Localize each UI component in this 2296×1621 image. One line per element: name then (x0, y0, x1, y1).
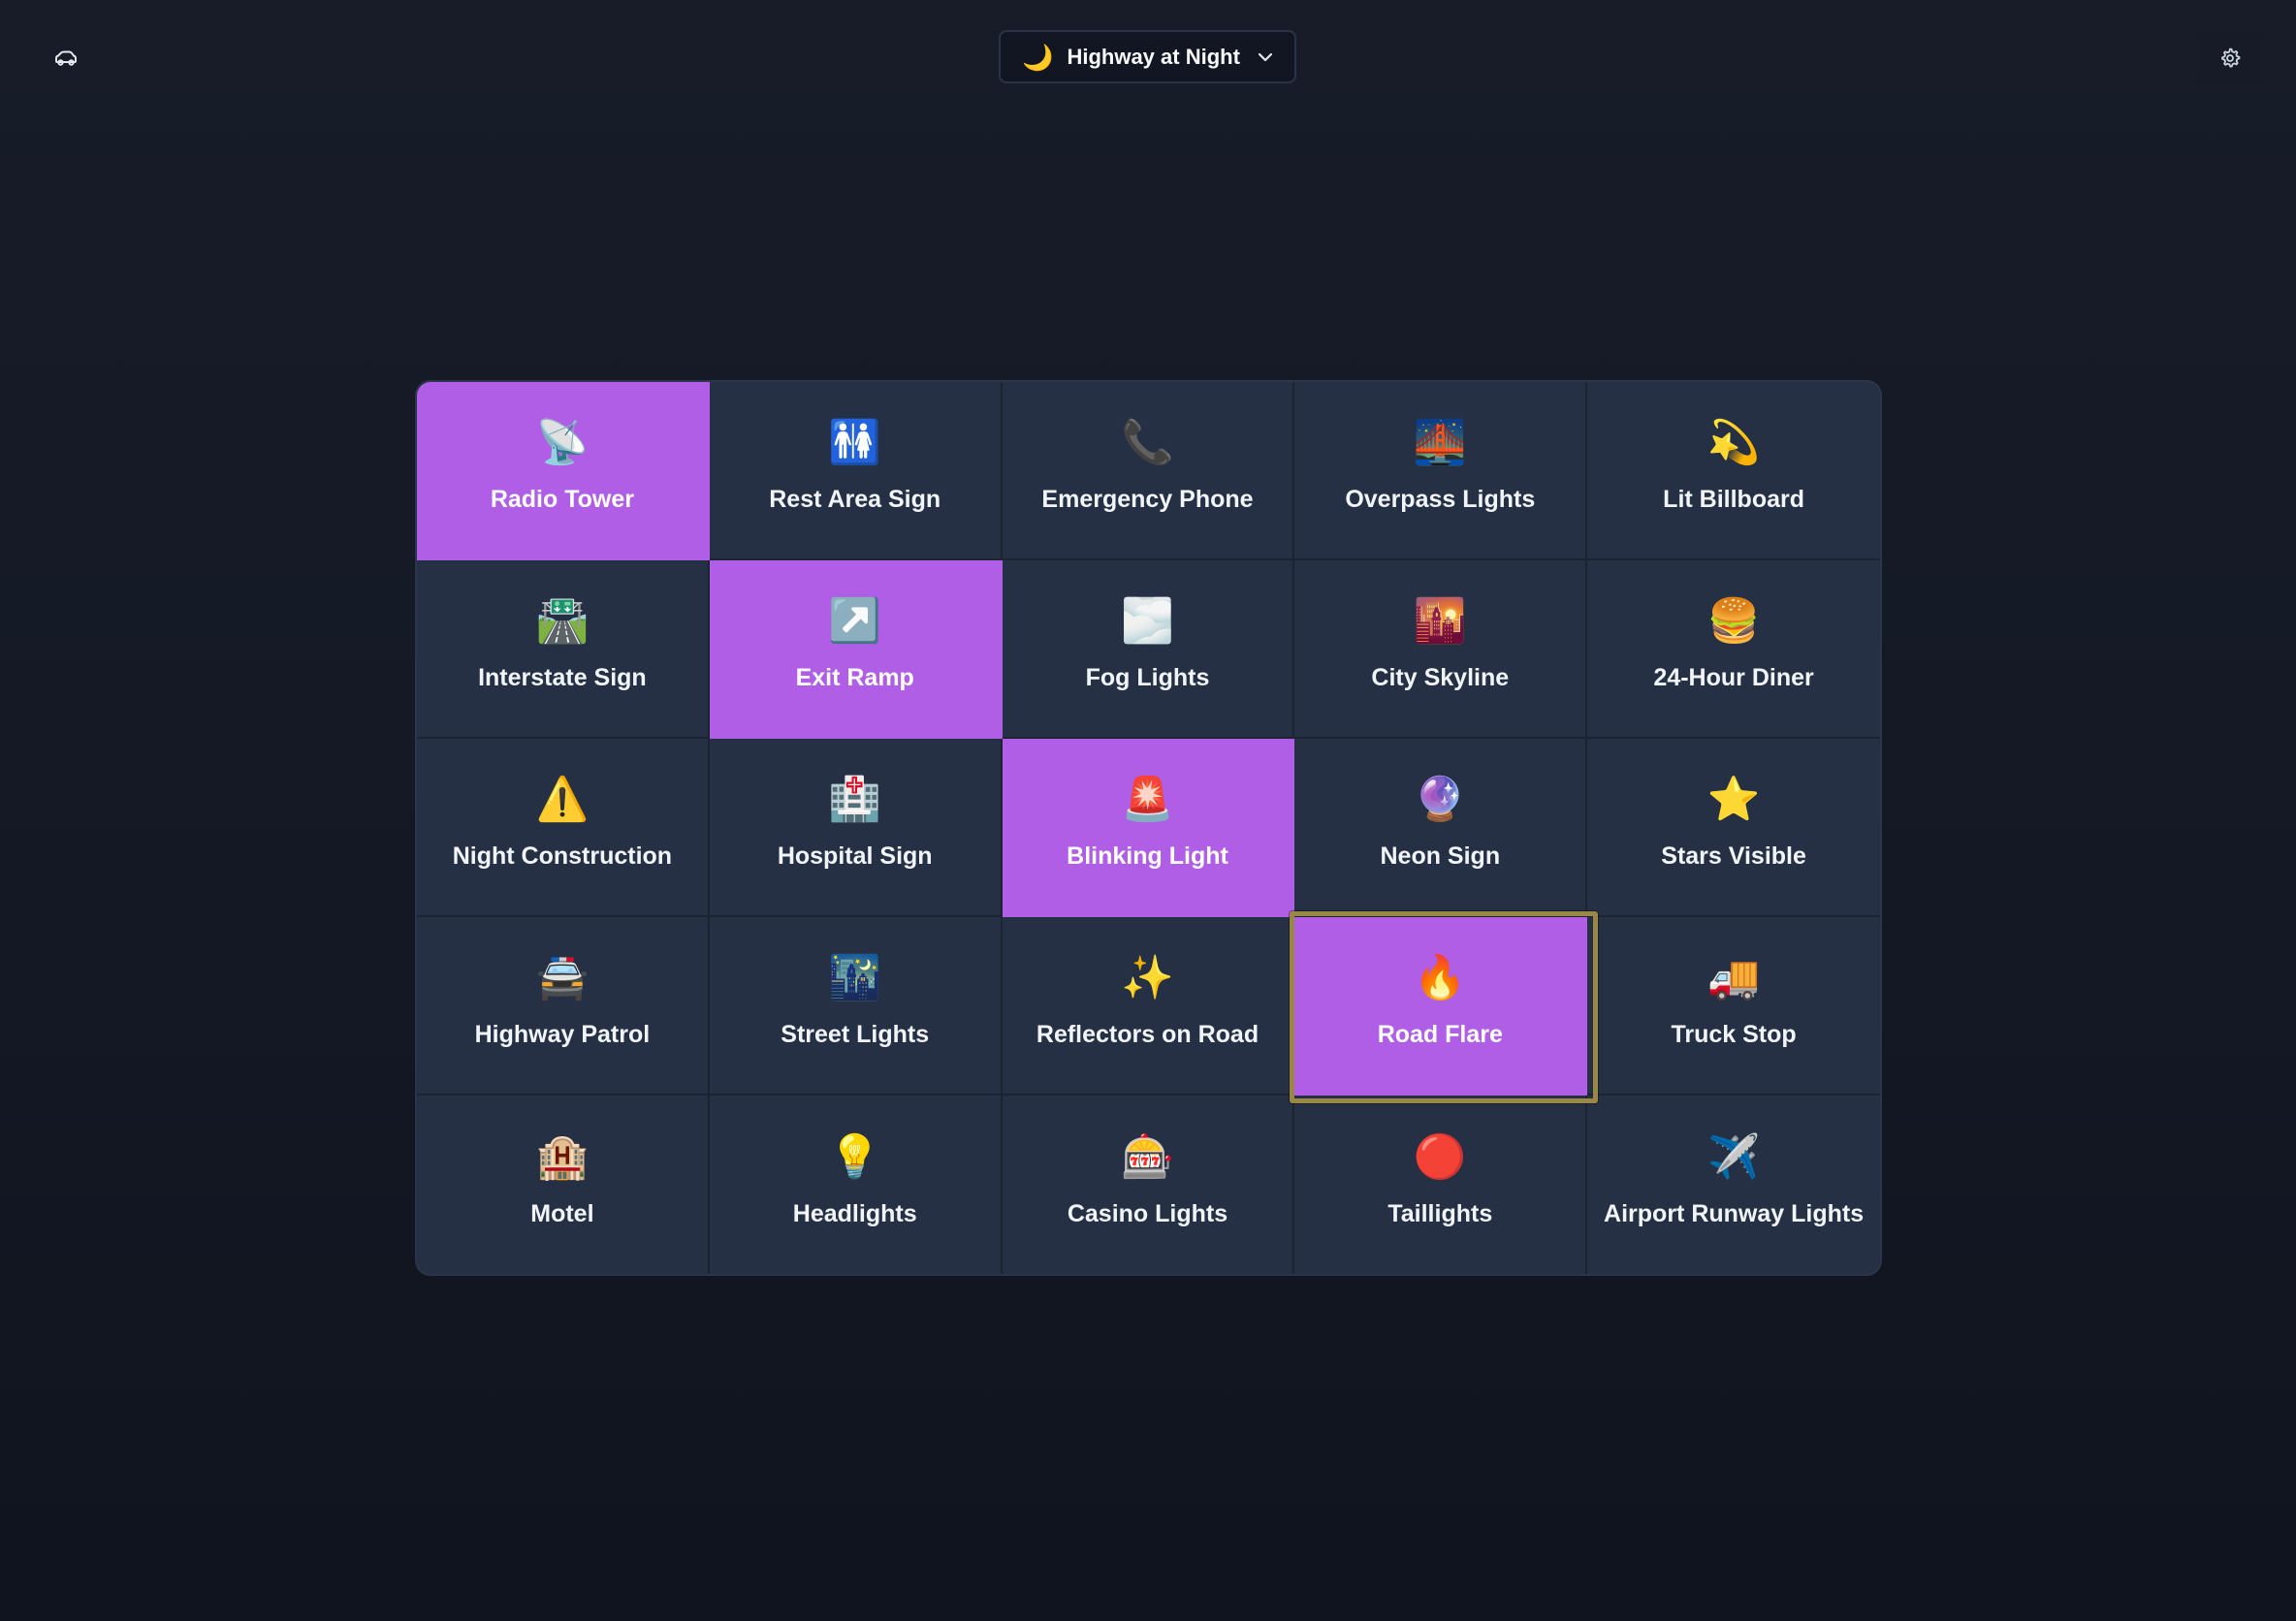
bingo-cell-headlights[interactable]: 💡 Headlights (709, 1096, 1003, 1274)
cell-emoji-icon: 🍔 (1706, 596, 1761, 645)
cell-label: Taillights (1387, 1199, 1493, 1227)
cell-emoji-icon: 📞 (1121, 418, 1174, 466)
cell-emoji-icon: 🎰 (1121, 1132, 1174, 1181)
cell-label: Casino Lights (1067, 1199, 1228, 1227)
cell-emoji-icon: 🌇 (1413, 596, 1467, 645)
cell-emoji-icon: 🏨 (535, 1132, 590, 1181)
cell-emoji-icon: 🔴 (1413, 1132, 1467, 1181)
bingo-cell-blinking-light[interactable]: 🚨 Blinking Light (1002, 739, 1295, 917)
bingo-cell-stars-visible[interactable]: ⭐ Stars Visible (1587, 739, 1880, 917)
cell-emoji-icon: 🚻 (828, 418, 882, 466)
cell-emoji-icon: 💡 (828, 1132, 882, 1181)
cell-label: Hospital Sign (777, 842, 933, 870)
bingo-cell-city-skyline[interactable]: 🌇 City Skyline (1294, 560, 1588, 739)
cell-label: Radio Tower (490, 485, 634, 513)
bingo-cell-24-hour-diner[interactable]: 🍔 24-Hour Diner (1587, 560, 1880, 739)
cell-emoji-icon: ⭐ (1706, 775, 1761, 823)
cell-emoji-icon: ↗️ (828, 596, 882, 645)
mode-label: Highway at Night (1067, 44, 1240, 69)
cell-emoji-icon: 🚚 (1706, 953, 1761, 1001)
cell-label: Rest Area Sign (769, 485, 941, 513)
cell-emoji-icon: ✨ (1121, 953, 1174, 1001)
cell-label: Headlights (792, 1199, 917, 1227)
cell-emoji-icon: 🌫️ (1121, 596, 1174, 645)
bingo-cell-airport-runway-lights[interactable]: ✈️ Airport Runway Lights (1587, 1096, 1880, 1274)
cell-label: Stars Visible (1661, 842, 1806, 870)
car-icon[interactable] (47, 41, 85, 76)
gear-icon (2218, 47, 2242, 70)
chevron-down-icon (1258, 52, 1273, 62)
cell-emoji-icon: 🔥 (1413, 953, 1467, 1001)
cell-emoji-icon: 🚔 (535, 953, 590, 1001)
bingo-cell-highway-patrol[interactable]: 🚔 Highway Patrol (417, 917, 710, 1096)
cell-label: Road Flare (1377, 1020, 1503, 1048)
cell-emoji-icon: 🔮 (1413, 775, 1467, 823)
cell-emoji-icon: ✈️ (1706, 1132, 1761, 1181)
top-bar: 🌙 Highway at Night (0, 0, 2296, 116)
cell-label: Emergency Phone (1041, 485, 1254, 513)
settings-button[interactable] (2199, 31, 2261, 85)
bingo-cell-lit-billboard[interactable]: 💫 Lit Billboard (1587, 382, 1880, 560)
cell-emoji-icon: 🏥 (828, 775, 882, 823)
cell-emoji-icon: ⚠️ (535, 775, 590, 823)
cell-label: Reflectors on Road (1036, 1020, 1260, 1048)
cell-label: Airport Runway Lights (1604, 1199, 1865, 1227)
cell-label: Fog Lights (1085, 663, 1210, 691)
cell-label: Overpass Lights (1345, 485, 1536, 513)
cell-label: Truck Stop (1671, 1020, 1797, 1048)
bingo-cell-neon-sign[interactable]: 🔮 Neon Sign (1294, 739, 1588, 917)
bingo-cell-casino-lights[interactable]: 🎰 Casino Lights (1002, 1096, 1295, 1274)
cell-emoji-icon: 🚨 (1121, 775, 1174, 823)
bingo-cell-truck-stop[interactable]: 🚚 Truck Stop (1587, 917, 1880, 1096)
bingo-cell-exit-ramp[interactable]: ↗️ Exit Ramp (709, 560, 1003, 739)
bingo-cell-interstate-sign[interactable]: 🛣️ Interstate Sign (417, 560, 710, 739)
bingo-cell-fog-lights[interactable]: 🌫️ Fog Lights (1002, 560, 1295, 739)
cell-label: Exit Ramp (795, 663, 914, 691)
cell-label: Interstate Sign (478, 663, 647, 691)
cell-label: Blinking Light (1067, 842, 1228, 870)
cell-label: City Skyline (1371, 663, 1510, 691)
cell-emoji-icon: 🌃 (828, 953, 882, 1001)
cell-emoji-icon: 💫 (1706, 418, 1761, 466)
cell-emoji-icon: 📡 (535, 418, 590, 466)
cell-label: Lit Billboard (1663, 485, 1804, 513)
mode-selector[interactable]: 🌙 Highway at Night (999, 30, 1296, 83)
cell-label: Motel (530, 1199, 594, 1227)
cell-label: 24-Hour Diner (1653, 663, 1814, 691)
cell-label: Night Construction (452, 842, 673, 870)
cell-emoji-icon: 🛣️ (535, 596, 590, 645)
cell-label: Highway Patrol (474, 1020, 651, 1048)
bingo-cell-taillights[interactable]: 🔴 Taillights (1294, 1096, 1588, 1274)
bingo-cell-street-lights[interactable]: 🌃 Street Lights (709, 917, 1003, 1096)
bingo-cell-road-flare[interactable]: 🔥 Road Flare (1294, 917, 1588, 1096)
bingo-board: 📡 Radio Tower 🚻 Rest Area Sign 📞 Emergency Ph… (415, 380, 1882, 1276)
bingo-cell-night-construction[interactable]: ⚠️ Night Construction (417, 739, 710, 917)
bingo-cell-hospital-sign[interactable]: 🏥 Hospital Sign (709, 739, 1003, 917)
bingo-cell-rest-area-sign[interactable]: 🚻 Rest Area Sign (709, 382, 1003, 560)
cell-emoji-icon: 🌉 (1413, 418, 1467, 466)
bingo-cell-overpass-lights[interactable]: 🌉 Overpass Lights (1294, 382, 1588, 560)
bingo-cell-motel[interactable]: 🏨 Motel (417, 1096, 710, 1274)
bingo-cell-emergency-phone[interactable]: 📞 Emergency Phone (1002, 382, 1295, 560)
moon-icon: 🌙 (1022, 42, 1054, 72)
cell-label: Street Lights (781, 1020, 930, 1048)
bingo-grid: 📡 Radio Tower 🚻 Rest Area Sign 📞 Emergency Ph… (417, 382, 1880, 1274)
cell-label: Neon Sign (1380, 842, 1501, 870)
bingo-cell-radio-tower[interactable]: 📡 Radio Tower (417, 382, 710, 560)
bingo-cell-reflectors-on-road[interactable]: ✨ Reflectors on Road (1002, 917, 1295, 1096)
